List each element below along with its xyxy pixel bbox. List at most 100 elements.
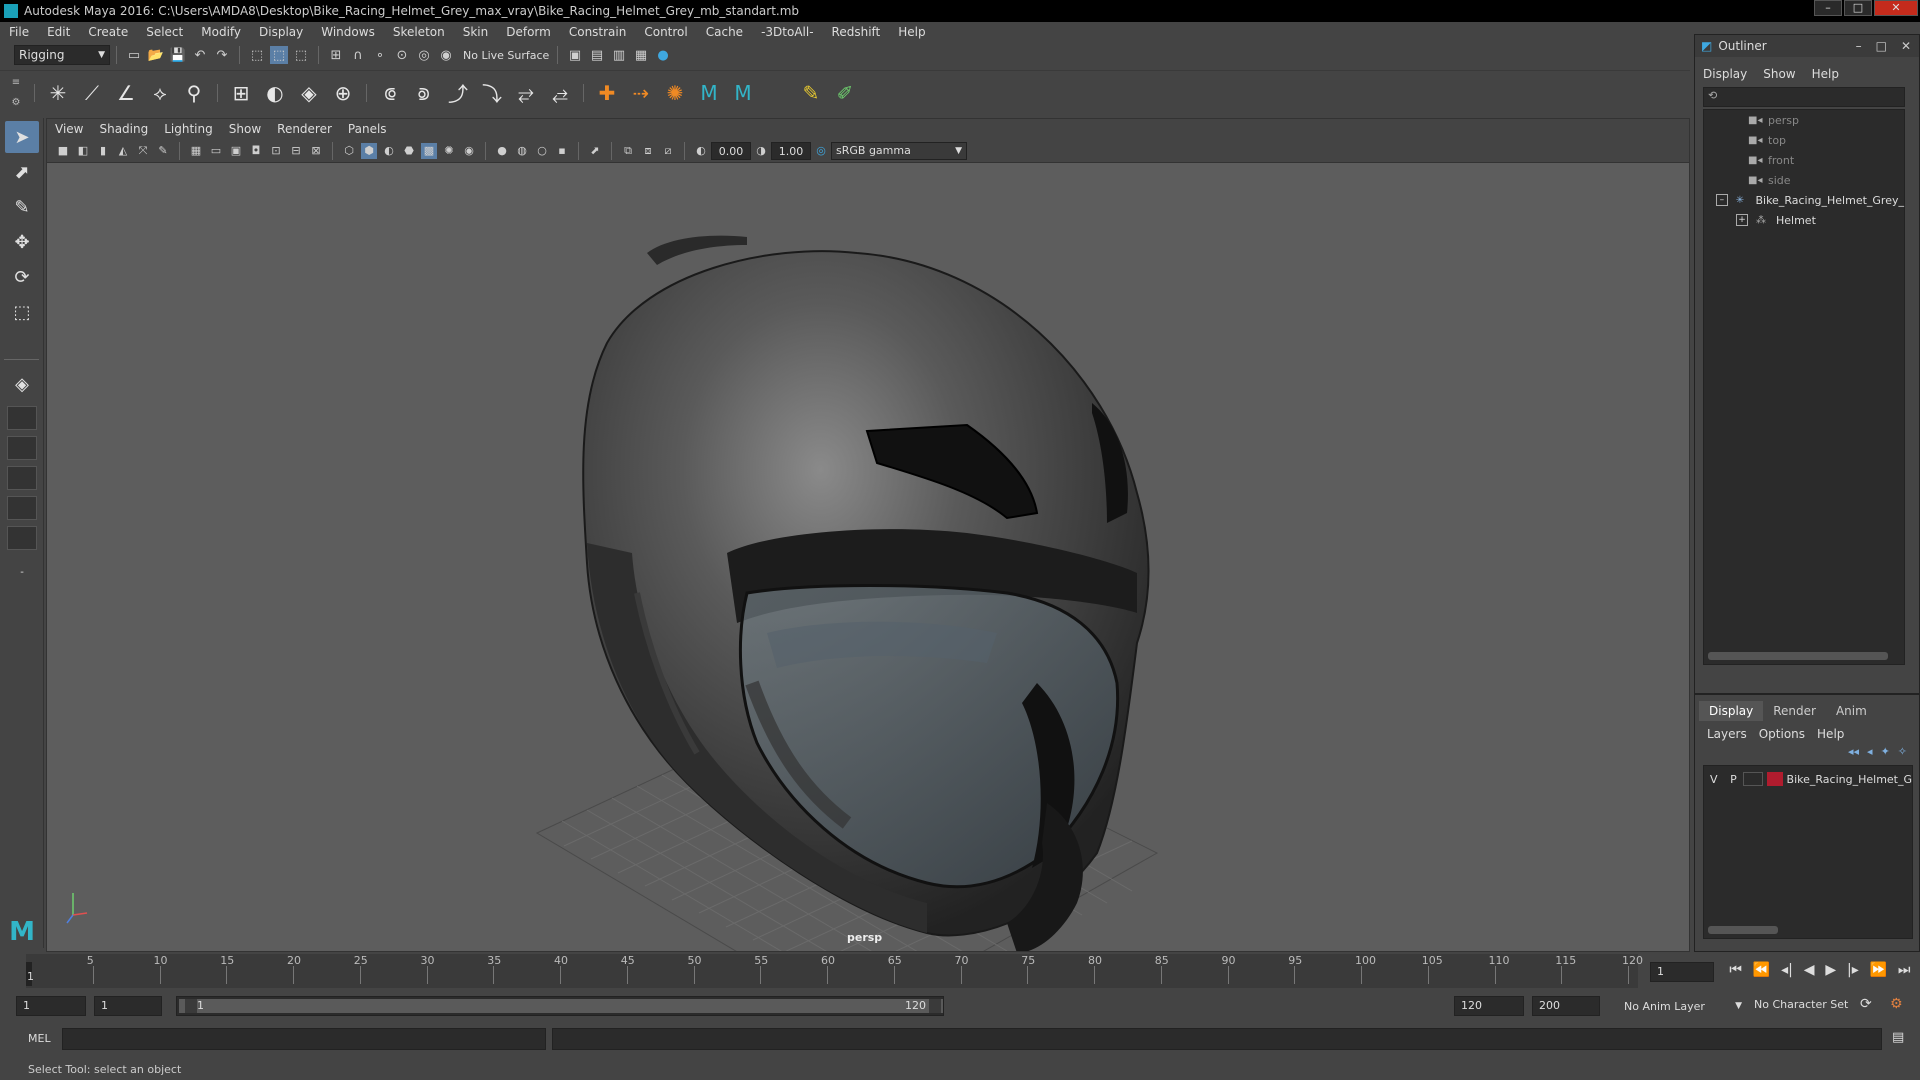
- move-layer-up-icon[interactable]: ◂◂: [1848, 745, 1859, 758]
- shelf-menu-icon[interactable]: ≡: [12, 77, 20, 88]
- playback-start-field[interactable]: 1: [94, 996, 162, 1016]
- step-forward-frame-icon[interactable]: |▸: [1847, 962, 1859, 978]
- color-management-icon[interactable]: ◎: [813, 143, 829, 159]
- ik-spline-icon[interactable]: ⟡: [145, 78, 175, 108]
- range-slider-track[interactable]: 1 120: [176, 996, 944, 1016]
- panel-menu-lighting[interactable]: Lighting: [156, 122, 221, 136]
- persp-hypershade-layout-icon[interactable]: [7, 496, 37, 520]
- collapse-icon[interactable]: –: [1716, 194, 1728, 206]
- two-d-pan-icon[interactable]: ⤧: [135, 143, 151, 159]
- layer-color-swatch[interactable]: [1766, 772, 1783, 786]
- outliner-close-icon[interactable]: ✕: [1901, 39, 1911, 53]
- exposure-field[interactable]: 0.00: [711, 141, 751, 160]
- orient-constraint-icon[interactable]: ✺: [660, 78, 690, 108]
- hypershade-icon[interactable]: ●: [654, 46, 672, 64]
- outliner-item-side[interactable]: ■◂ side: [1704, 170, 1904, 190]
- menu-windows[interactable]: Windows: [312, 25, 384, 39]
- gate-mask-icon[interactable]: ◘: [248, 143, 264, 159]
- wrap-icon[interactable]: ◈: [294, 78, 324, 108]
- outliner-maximize-icon[interactable]: □: [1876, 39, 1887, 53]
- scale-tool-icon[interactable]: ⬚: [5, 296, 39, 328]
- render-settings-icon[interactable]: ▦: [632, 46, 650, 64]
- camera-select-icon[interactable]: ■: [55, 143, 71, 159]
- ik-handle-icon[interactable]: ∠: [111, 78, 141, 108]
- play-forward-icon[interactable]: ▶: [1825, 962, 1836, 978]
- paint-select-icon[interactable]: ✎: [5, 191, 39, 223]
- isolate-select-icon[interactable]: ⬈: [587, 143, 603, 159]
- range-end-grip[interactable]: [929, 999, 941, 1013]
- gamma-field[interactable]: 1.00: [771, 141, 811, 160]
- refresh-icon[interactable]: ⟲: [1708, 89, 1717, 102]
- field-chart-icon[interactable]: ⊡: [268, 143, 284, 159]
- layer-h-scrollbar[interactable]: [1708, 926, 1778, 934]
- play-backward-icon[interactable]: ◀: [1804, 962, 1815, 978]
- move-layer-down-icon[interactable]: ◂: [1867, 745, 1873, 758]
- menu-skin[interactable]: Skin: [454, 25, 498, 39]
- anti-aliasing-icon[interactable]: ○: [534, 143, 550, 159]
- outliner-menu-display[interactable]: Display: [1695, 67, 1755, 81]
- menu-skeleton[interactable]: Skeleton: [384, 25, 454, 39]
- smooth-shade-icon[interactable]: ⬢: [361, 142, 377, 159]
- safe-title-icon[interactable]: ⊠: [308, 143, 324, 159]
- point-constraint-icon[interactable]: ✚: [592, 78, 622, 108]
- aim-constraint-icon[interactable]: ⇢: [626, 78, 656, 108]
- animation-start-field[interactable]: 1: [16, 996, 86, 1016]
- menu-constrain[interactable]: Constrain: [560, 25, 636, 39]
- menu-control[interactable]: Control: [635, 25, 696, 39]
- select-hierarchy-icon[interactable]: ⬚: [248, 46, 266, 64]
- layer-row[interactable]: V P Bike_Racing_Helmet_G: [1704, 770, 1912, 788]
- panel-menu-renderer[interactable]: Renderer: [269, 122, 340, 136]
- snap-view-icon[interactable]: ⊙: [393, 46, 411, 64]
- outliner-h-scrollbar[interactable]: [1708, 652, 1888, 660]
- preferences-icon[interactable]: ⚙: [1890, 996, 1903, 1012]
- snap-surface-icon[interactable]: ◎: [415, 46, 433, 64]
- maximize-button[interactable]: □: [1844, 0, 1872, 16]
- lattice-icon[interactable]: ⊞: [226, 78, 256, 108]
- smooth-bind-icon[interactable]: ⟄: [409, 78, 439, 108]
- wireframe-icon[interactable]: ⬡: [341, 143, 357, 159]
- panel-menu-view[interactable]: View: [47, 122, 91, 136]
- time-slider-track[interactable]: 1 5 10 15 20 25 30 35 40 45 50 55 60 65 70 75 80 85 90 95 1…: [26, 954, 1643, 988]
- use-default-material-icon[interactable]: ◐: [381, 143, 397, 159]
- layer-name[interactable]: Bike_Racing_Helmet_G: [1787, 773, 1912, 786]
- menu-select[interactable]: Select: [137, 25, 192, 39]
- script-language-label[interactable]: MEL: [28, 1032, 51, 1045]
- make-live-icon[interactable]: ◉: [437, 46, 455, 64]
- new-layer-icon[interactable]: ✦: [1881, 745, 1890, 758]
- panel-menu-panels[interactable]: Panels: [340, 122, 395, 136]
- tab-anim[interactable]: Anim: [1826, 701, 1877, 721]
- outliner-menu-help[interactable]: Help: [1804, 67, 1847, 81]
- scene-view[interactable]: [47, 163, 1689, 951]
- menu-set-dropdown[interactable]: Rigging ▼: [14, 45, 110, 65]
- new-scene-icon[interactable]: ▭: [125, 46, 143, 64]
- paint-skin-icon[interactable]: ✎: [796, 78, 826, 108]
- outliner-item-bike-racing-helmet-group[interactable]: – ✳ Bike_Racing_Helmet_Grey_: [1704, 190, 1904, 210]
- layer-menu-help[interactable]: Help: [1811, 727, 1850, 741]
- hik-icon[interactable]: M: [694, 78, 724, 108]
- menu-edit[interactable]: Edit: [38, 25, 79, 39]
- use-all-lights-icon[interactable]: ✺: [441, 143, 457, 159]
- paint-weights-icon[interactable]: ⤵: [477, 78, 507, 108]
- select-tool-icon[interactable]: ➤: [5, 121, 39, 153]
- snap-grid-icon[interactable]: ⊞: [327, 46, 345, 64]
- film-gate-icon[interactable]: ▭: [208, 143, 224, 159]
- wireframe-on-shaded-icon[interactable]: ⬣: [401, 143, 417, 159]
- camera-attributes-icon[interactable]: ◧: [75, 143, 91, 159]
- depth-of-field-icon[interactable]: ▪: [554, 143, 570, 159]
- copy-weights-icon[interactable]: ⥄: [545, 78, 575, 108]
- rotate-tool-icon[interactable]: ⟳: [5, 261, 39, 293]
- new-layer-selected-icon[interactable]: ✧: [1898, 745, 1907, 758]
- safe-action-icon[interactable]: ⊟: [288, 143, 304, 159]
- xray-joints-icon[interactable]: ⧈: [640, 143, 656, 159]
- anim-layer-dropdown[interactable]: No Anim Layer ▼: [1620, 996, 1746, 1016]
- rigid-bind-icon[interactable]: ⤴: [443, 78, 473, 108]
- persp-outliner-layout-icon[interactable]: [7, 436, 37, 460]
- layer-menu-options[interactable]: Options: [1753, 727, 1811, 741]
- outliner-search-input[interactable]: ⟲: [1703, 87, 1905, 107]
- shelf-settings-icon[interactable]: ⚙: [12, 97, 21, 108]
- select-object-icon[interactable]: ⬚: [270, 46, 288, 64]
- view-transform-dropdown[interactable]: sRGB gamma ▼: [831, 141, 967, 160]
- move-tool-icon[interactable]: ✥: [5, 226, 39, 258]
- menu-cache[interactable]: Cache: [697, 25, 752, 39]
- layer-list[interactable]: V P Bike_Racing_Helmet_G: [1703, 765, 1913, 939]
